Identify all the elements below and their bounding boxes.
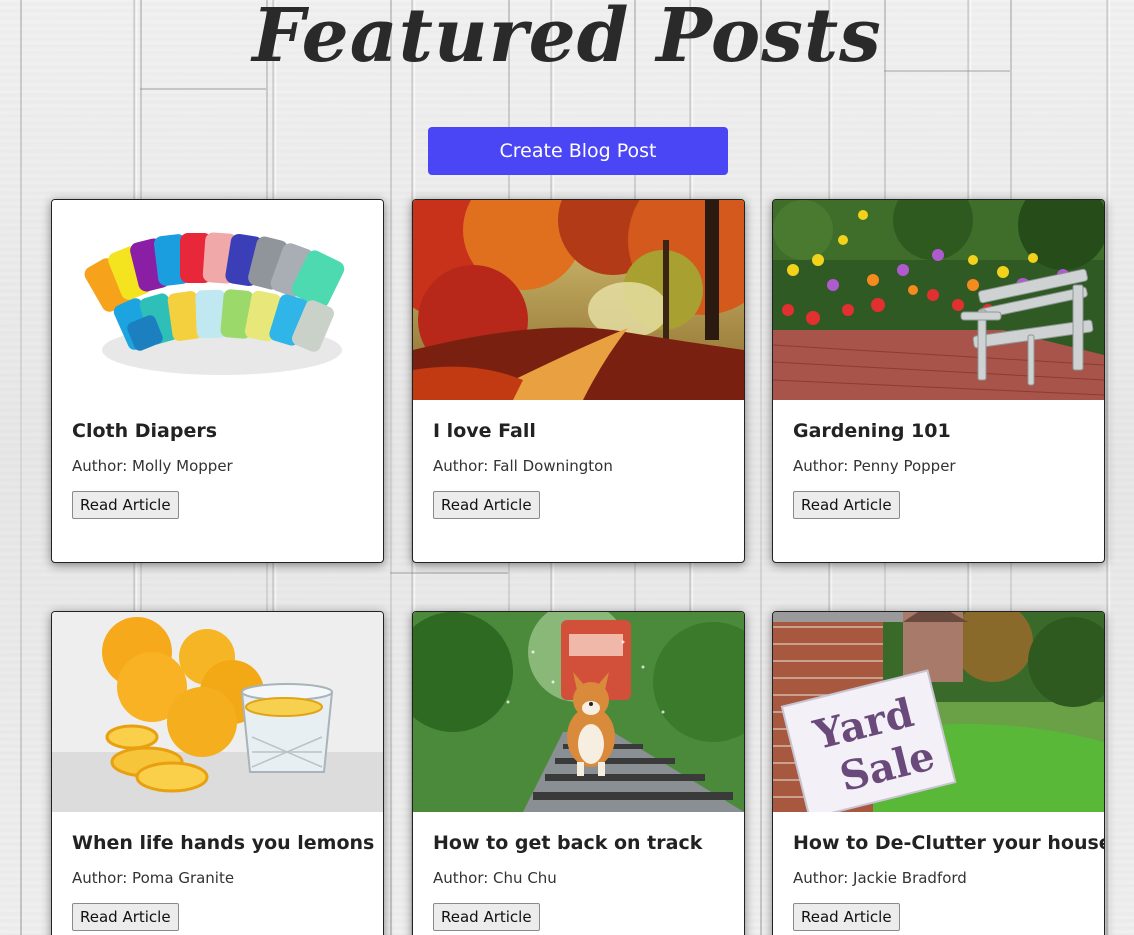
create-blog-post-button[interactable]: Create Blog Post — [428, 127, 728, 175]
post-title[interactable]: How to De-Clutter your house! — [793, 832, 1104, 854]
read-article-button[interactable]: Read Article — [72, 903, 179, 931]
post-card: When life hands you lemons Author: Poma … — [51, 611, 384, 935]
post-title[interactable]: Gardening 101 — [793, 420, 1104, 442]
post-title[interactable]: When life hands you lemons — [72, 832, 383, 854]
read-article-button[interactable]: Read Article — [433, 903, 540, 931]
post-card: I love Fall Author: Fall Downington Read… — [412, 199, 745, 563]
post-image-autumn-forest[interactable] — [413, 200, 744, 400]
post-card: Gardening 101 Author: Penny Popper Read … — [772, 199, 1105, 563]
post-author: Author: Poma Granite — [72, 869, 235, 887]
read-article-button[interactable]: Read Article — [793, 903, 900, 931]
post-image-corgi-on-track[interactable] — [413, 612, 744, 812]
post-author: Author: Chu Chu — [433, 869, 557, 887]
post-author: Author: Jackie Bradford — [793, 869, 967, 887]
read-article-button[interactable]: Read Article — [793, 491, 900, 519]
page-title: Featured Posts — [252, 0, 882, 79]
post-image-lemons[interactable] — [52, 612, 383, 812]
post-image-cloth-diapers[interactable] — [52, 200, 383, 400]
post-title[interactable]: I love Fall — [433, 420, 744, 442]
post-card: How to get back on track Author: Chu Chu… — [412, 611, 745, 935]
wood-plank-gap — [390, 572, 508, 574]
read-article-button[interactable]: Read Article — [433, 491, 540, 519]
post-image-yard-sale[interactable]: Yard Sale — [773, 612, 1104, 812]
post-author: Author: Fall Downington — [433, 457, 613, 475]
post-card: Yard Sale How to De-Clutter your house! … — [772, 611, 1105, 935]
post-author: Author: Penny Popper — [793, 457, 956, 475]
post-author: Author: Molly Mopper — [72, 457, 233, 475]
post-image-garden-bench[interactable] — [773, 200, 1104, 400]
post-title[interactable]: Cloth Diapers — [72, 420, 383, 442]
post-card: Cloth Diapers Author: Molly Mopper Read … — [51, 199, 384, 563]
wood-plank-gap — [140, 88, 266, 90]
wood-plank-seam — [760, 0, 762, 935]
read-article-button[interactable]: Read Article — [72, 491, 179, 519]
wood-plank-seam — [20, 0, 22, 935]
post-title[interactable]: How to get back on track — [433, 832, 744, 854]
wood-plank-seam — [390, 0, 392, 935]
